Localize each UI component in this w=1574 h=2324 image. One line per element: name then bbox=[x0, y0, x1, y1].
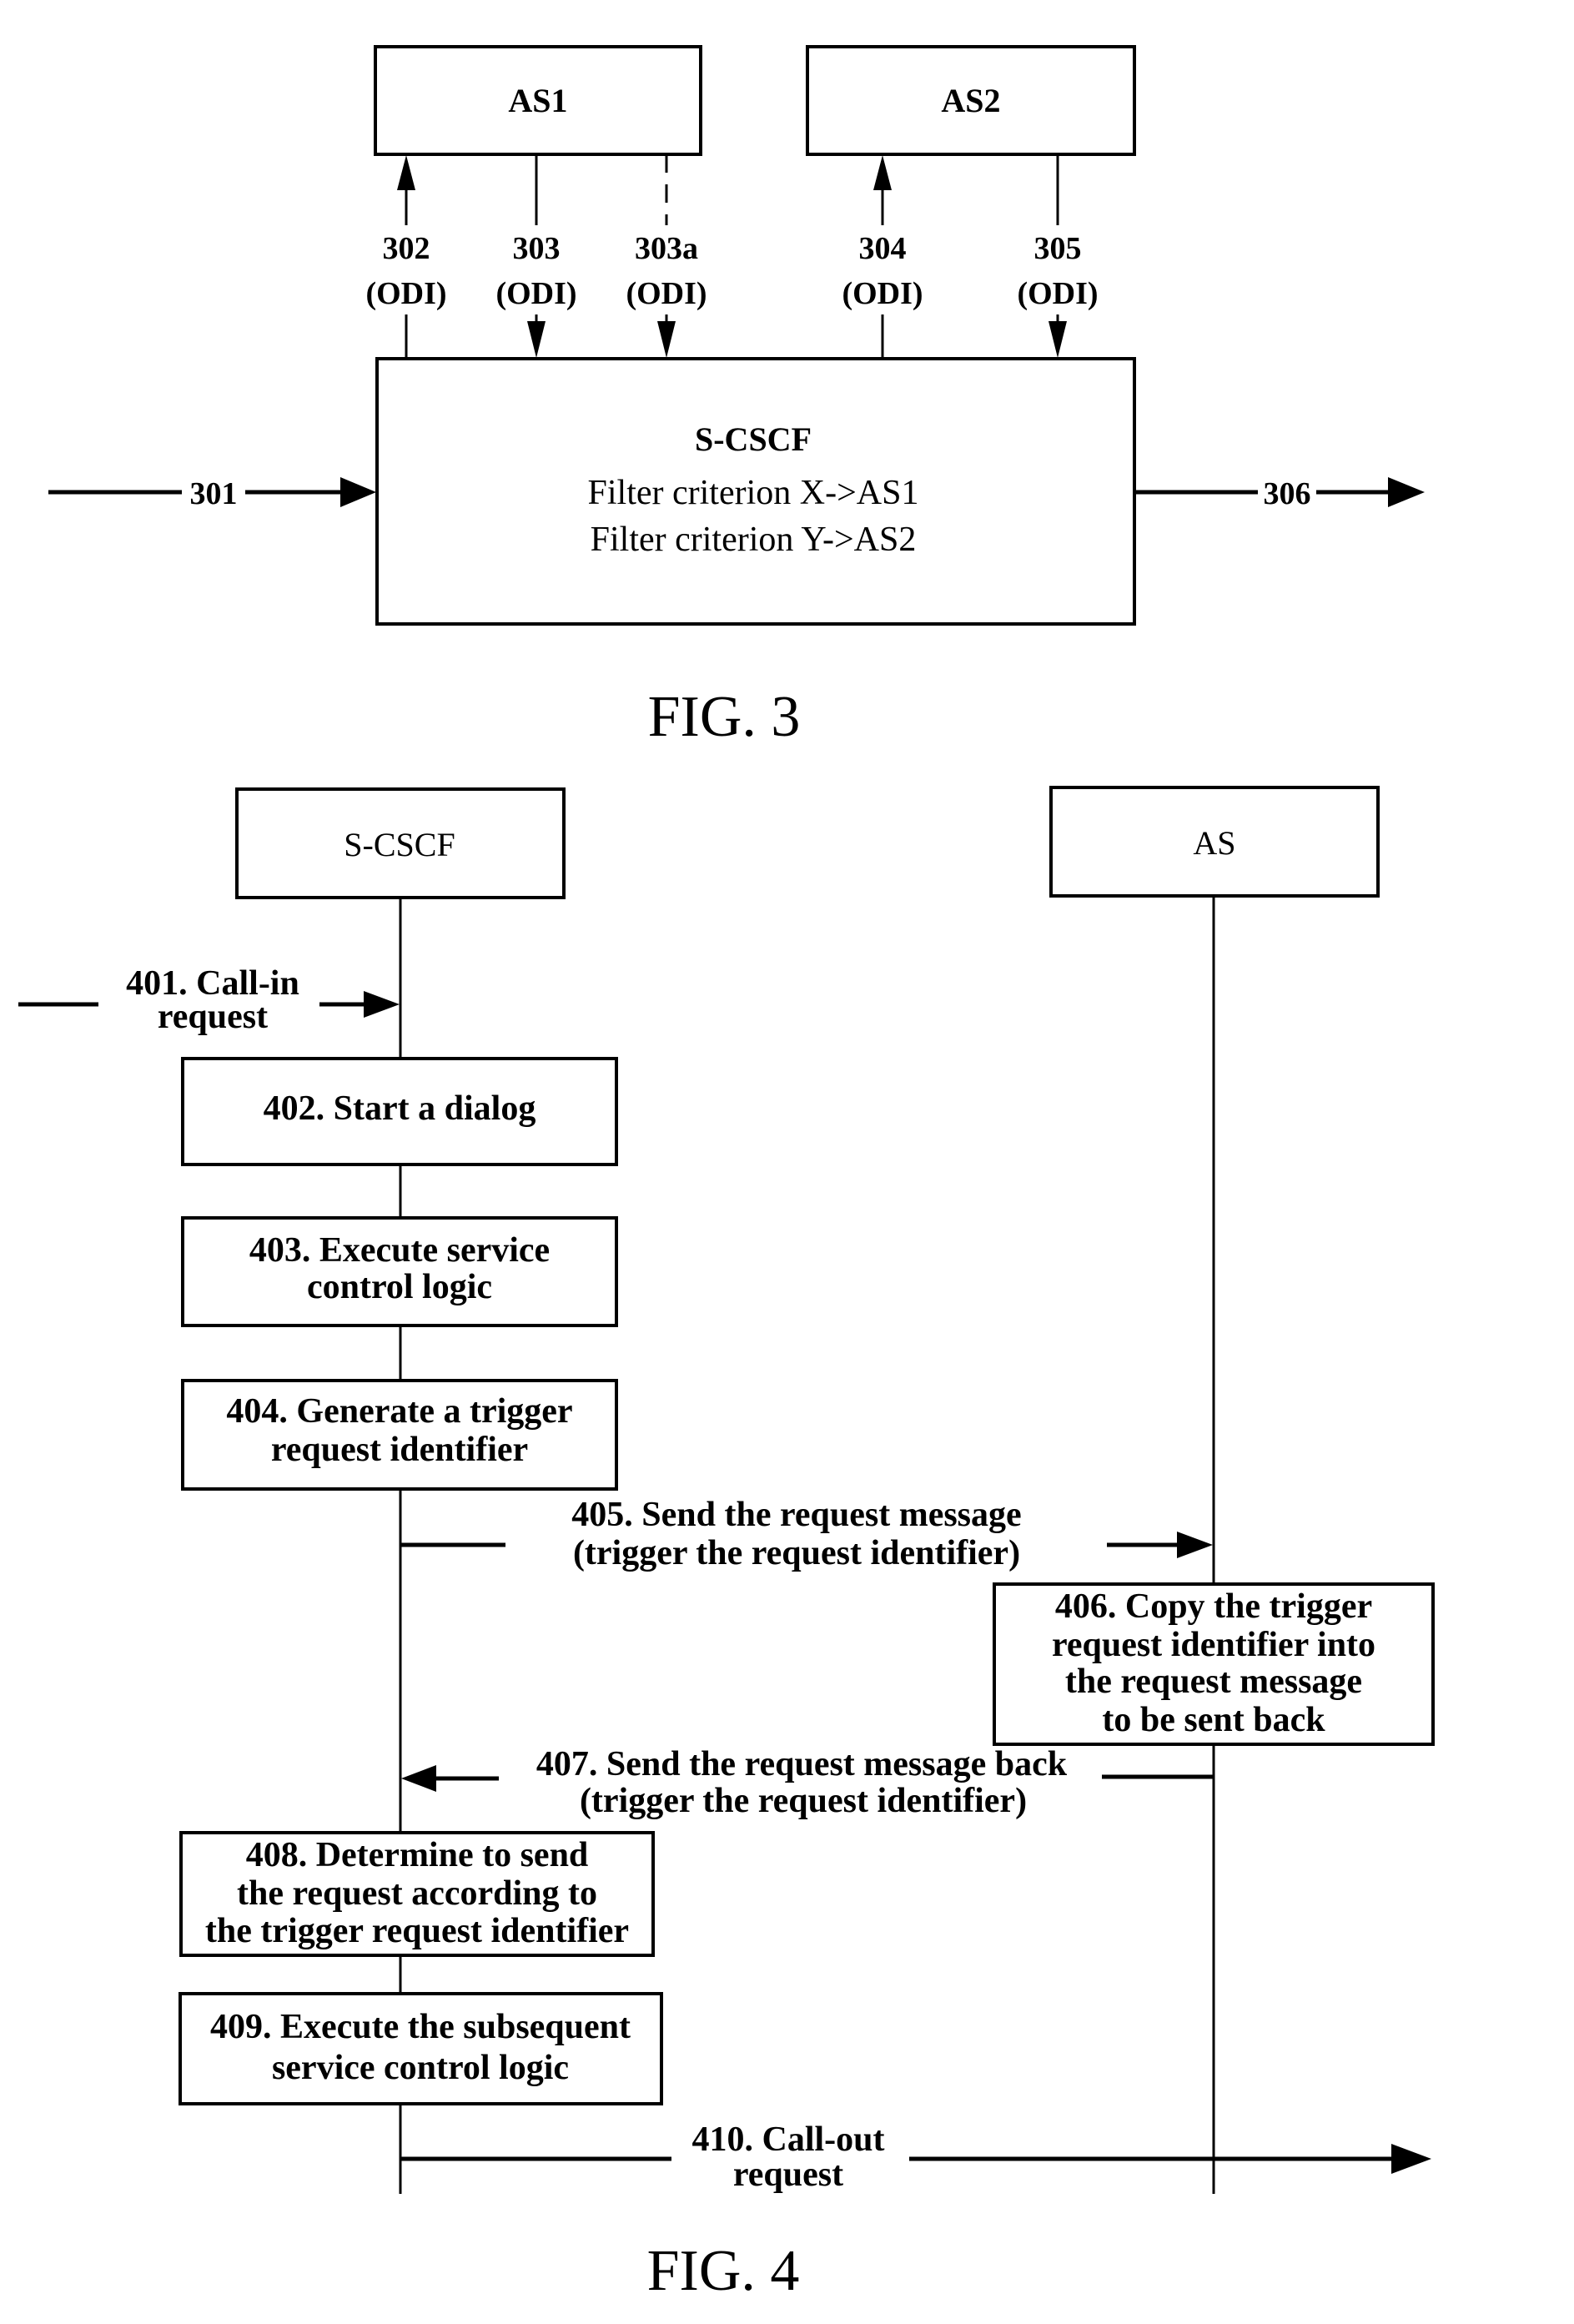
flow-306-label: 306 bbox=[1264, 476, 1311, 511]
message-401: 401. Call-in request bbox=[18, 964, 400, 1036]
step-409-line2: service control logic bbox=[272, 2049, 569, 2087]
connector-303: 303 (ODI) bbox=[495, 154, 577, 358]
connector-302-sub: (ODI) bbox=[365, 276, 446, 311]
step-402: 402. Start a dialog bbox=[181, 1057, 618, 1166]
connector-303a-sub: (ODI) bbox=[626, 276, 707, 311]
connector-302: 302 (ODI) bbox=[365, 155, 447, 359]
arrow-down-icon bbox=[1048, 321, 1067, 358]
arrow-right-icon bbox=[1391, 2144, 1431, 2174]
flow-301-label: 301 bbox=[190, 476, 238, 511]
step-409: 409. Execute the subsequent service cont… bbox=[179, 1992, 663, 2105]
step-403-line1: 403. Execute service bbox=[249, 1231, 550, 1270]
as-participant-label: AS bbox=[1193, 824, 1235, 862]
patent-figures: AS1 AS2 S-CSCF Filter criterion X->AS1 F… bbox=[18, 45, 1435, 2303]
message-405: 405. Send the request message (trigger t… bbox=[400, 1496, 1213, 1572]
step-406-line4: to be sent back bbox=[1102, 1701, 1325, 1739]
step-408-line3: the trigger request identifier bbox=[205, 1912, 629, 1950]
step-406-line3: the request message bbox=[1065, 1663, 1362, 1701]
connector-304-sub: (ODI) bbox=[842, 276, 923, 311]
step-409-line1: 409. Execute the subsequent bbox=[210, 2008, 631, 2046]
step-404-line1: 404. Generate a trigger bbox=[226, 1392, 572, 1431]
participant-as: AS bbox=[1049, 786, 1380, 898]
as2-node: AS2 bbox=[806, 45, 1136, 156]
step-408: 408. Determine to send the request accor… bbox=[179, 1831, 655, 1957]
step-408-line1: 408. Determine to send bbox=[246, 1836, 589, 1874]
step-406-line2: request identifier into bbox=[1052, 1626, 1375, 1664]
arrow-up-icon bbox=[397, 155, 415, 190]
message-410-line1: 410. Call-out bbox=[692, 2120, 885, 2159]
connector-303-sub: (ODI) bbox=[495, 276, 576, 311]
message-410-line2: request bbox=[733, 2155, 843, 2194]
connector-304-label: 304 bbox=[859, 231, 907, 266]
scscf-title: S-CSCF bbox=[695, 420, 812, 458]
step-406-line1: 406. Copy the trigger bbox=[1055, 1587, 1372, 1626]
arrow-up-icon bbox=[873, 155, 892, 190]
connector-304: 304 (ODI) bbox=[842, 155, 923, 359]
fig3-diagram: AS1 AS2 S-CSCF Filter criterion X->AS1 F… bbox=[48, 45, 1425, 749]
participant-scscf: S-CSCF bbox=[235, 787, 566, 899]
arrow-right-icon bbox=[364, 991, 400, 1018]
step-404-line2: request identifier bbox=[271, 1431, 528, 1469]
connector-305-label: 305 bbox=[1034, 231, 1082, 266]
fig4-caption: FIG. 4 bbox=[647, 2239, 800, 2303]
arrow-down-icon bbox=[527, 321, 546, 358]
message-407: 407. Send the request message back (trig… bbox=[401, 1745, 1214, 1820]
as2-label: AS2 bbox=[941, 82, 1000, 119]
flow-306: 306 bbox=[1134, 476, 1425, 511]
connector-302-label: 302 bbox=[383, 231, 430, 266]
connector-305-sub: (ODI) bbox=[1017, 276, 1098, 311]
message-405-line1: 405. Send the request message bbox=[571, 1496, 1021, 1534]
as1-label: AS1 bbox=[508, 82, 567, 119]
arrow-left-icon bbox=[401, 1765, 436, 1792]
filter-criterion-y: Filter criterion Y->AS2 bbox=[591, 521, 917, 559]
flow-301: 301 bbox=[48, 476, 376, 511]
step-403: 403. Execute service control logic bbox=[181, 1216, 618, 1327]
message-401-line2: request bbox=[158, 998, 268, 1036]
connector-305: 305 (ODI) bbox=[1017, 154, 1099, 358]
scscf-participant-label: S-CSCF bbox=[344, 826, 455, 863]
scscf-node: S-CSCF Filter criterion X->AS1 Filter cr… bbox=[375, 357, 1136, 626]
arrow-right-icon bbox=[340, 477, 376, 507]
filter-criterion-x: Filter criterion X->AS1 bbox=[588, 474, 919, 512]
connector-303a-label: 303a bbox=[635, 231, 698, 266]
connector-303a: 303a (ODI) bbox=[626, 154, 707, 358]
step-406: 406. Copy the trigger request identifier… bbox=[993, 1582, 1435, 1746]
arrow-down-icon bbox=[657, 321, 676, 358]
step-404: 404. Generate a trigger request identifi… bbox=[181, 1379, 618, 1491]
message-410: 410. Call-out request bbox=[400, 2120, 1431, 2194]
step-402-line1: 402. Start a dialog bbox=[264, 1089, 536, 1128]
as1-node: AS1 bbox=[374, 45, 702, 156]
message-407-line1: 407. Send the request message back bbox=[536, 1745, 1068, 1783]
arrow-right-icon bbox=[1388, 477, 1425, 507]
step-408-line2: the request according to bbox=[237, 1874, 597, 1913]
fig4-diagram: S-CSCF AS 401. Call-in request 402. Star… bbox=[18, 786, 1435, 2303]
fig3-caption: FIG. 3 bbox=[648, 685, 801, 749]
connector-303-label: 303 bbox=[513, 231, 561, 266]
message-407-line2: (trigger the request identifier) bbox=[580, 1782, 1027, 1820]
message-405-line2: (trigger the request identifier) bbox=[573, 1534, 1020, 1572]
arrow-right-icon bbox=[1177, 1532, 1213, 1558]
step-403-line2: control logic bbox=[307, 1268, 492, 1306]
